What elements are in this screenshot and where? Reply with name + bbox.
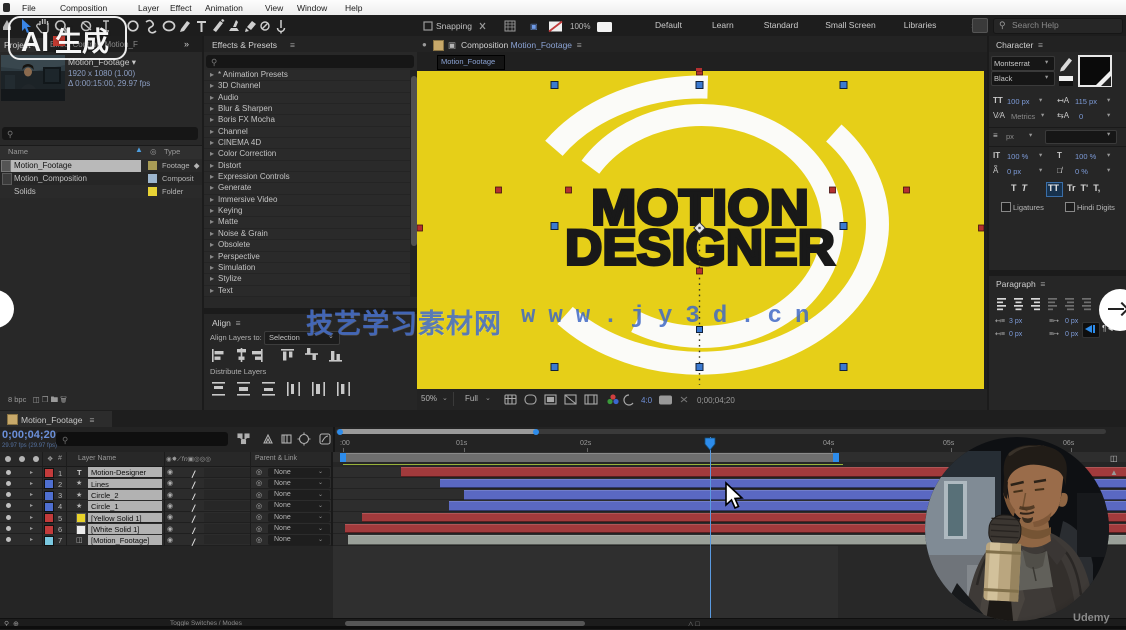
svg-text:Snapping: Snapping xyxy=(436,21,472,31)
svg-text:0;00;04;20: 0;00;04;20 xyxy=(697,396,735,405)
svg-text:4:0: 4:0 xyxy=(641,396,653,405)
svg-text:▣: ▣ xyxy=(530,22,538,31)
svg-text:100%: 100% xyxy=(570,22,590,31)
